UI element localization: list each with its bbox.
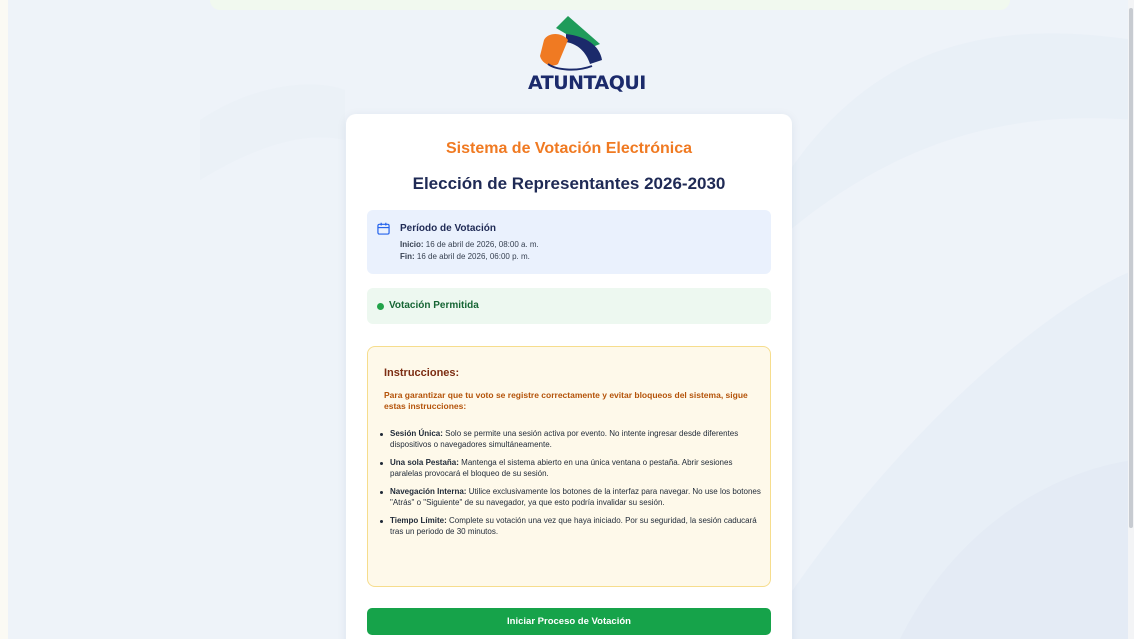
voting-period-box: Período de Votación Inicio: 16 de abril …: [367, 210, 771, 274]
voting-card: Sistema de Votación Electrónica Elección…: [346, 114, 792, 639]
voting-status-box: Votación Permitida: [367, 288, 771, 324]
period-start-label: Inicio:: [400, 240, 424, 249]
logo-wordmark: ATUNTAQUI: [528, 72, 646, 94]
period-start-value: 16 de abril de 2026, 08:00 a. m.: [425, 240, 539, 249]
instructions-intro: Para garantizar que tu voto se registre …: [384, 390, 748, 411]
period-end-value: 16 de abril de 2026, 06:00 p. m.: [416, 252, 530, 261]
atuntaqui-logo: ATUNTAQUI: [526, 14, 646, 98]
list-item: Una sola Pestaña: Mantenga el sistema ab…: [376, 458, 766, 479]
top-decoration-strip: [210, 0, 1010, 10]
status-dot-icon: [377, 303, 384, 310]
start-voting-button[interactable]: Iniciar Proceso de Votación: [367, 608, 771, 635]
instruction-label: Una sola Pestaña:: [390, 458, 459, 467]
instructions-title: Instrucciones:: [384, 367, 460, 379]
election-title: Elección de Representantes 2026-2030: [412, 174, 726, 193]
period-end-label: Fin:: [400, 252, 415, 261]
period-start: Inicio: 16 de abril de 2026, 08:00 a. m.: [400, 240, 539, 249]
scrollbar-thumb[interactable]: [1129, 8, 1133, 528]
list-item: Navegación Interna: Utilice exclusivamen…: [376, 487, 766, 508]
instruction-text: Solo se permite una sesión activa por ev…: [390, 429, 739, 449]
status-text: Votación Permitida: [389, 300, 479, 311]
list-item: Tiempo Límite: Complete su votación una …: [376, 516, 766, 537]
calendar-icon: [377, 222, 390, 235]
scrollbar[interactable]: [1128, 0, 1134, 639]
system-title: Sistema de Votación Electrónica: [445, 140, 692, 157]
atuntaqui-logo-icon: [540, 16, 602, 71]
left-edge-decoration: [0, 0, 8, 639]
instruction-label: Sesión Única:: [390, 429, 443, 438]
instructions-list: Sesión Única: Solo se permite una sesión…: [376, 429, 766, 545]
period-heading: Período de Votación: [400, 223, 496, 234]
instruction-label: Navegación Interna:: [390, 487, 467, 496]
instructions-box: Instrucciones: Para garantizar que tu vo…: [367, 346, 771, 587]
period-end: Fin: 16 de abril de 2026, 06:00 p. m.: [400, 252, 530, 261]
list-item: Sesión Única: Solo se permite una sesión…: [376, 429, 766, 450]
instruction-label: Tiempo Límite:: [390, 516, 447, 525]
